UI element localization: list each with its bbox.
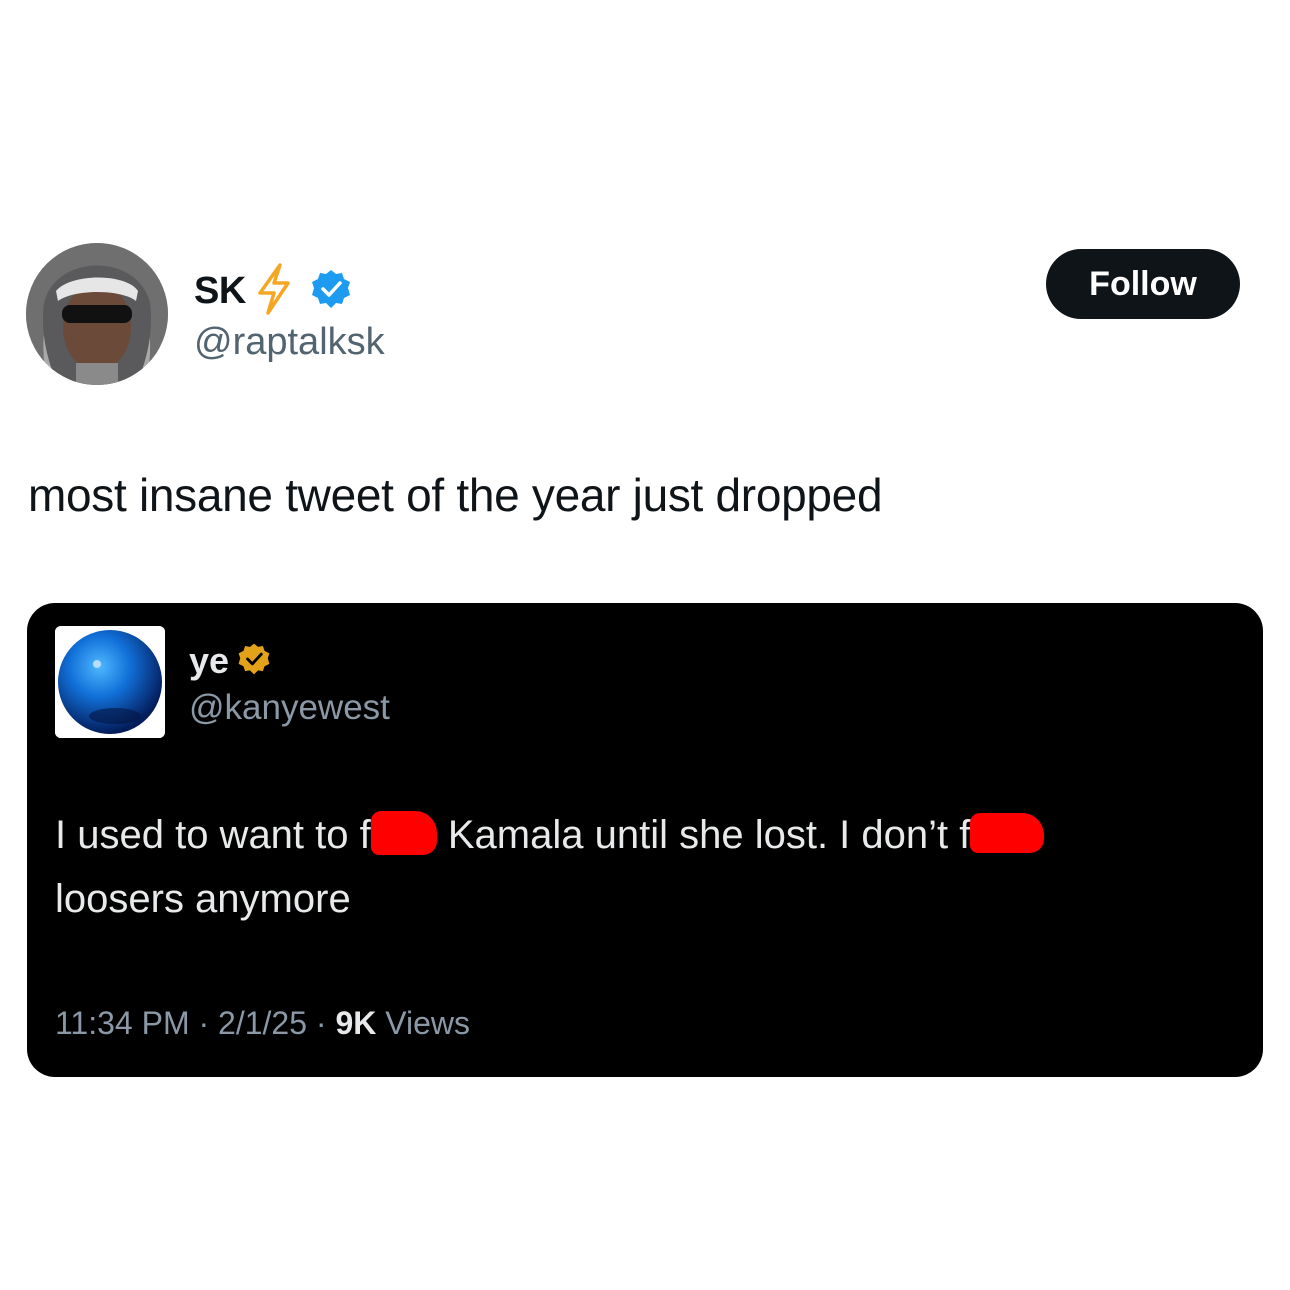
lightning-icon xyxy=(254,263,294,320)
verified-badge-icon xyxy=(310,268,352,315)
views-count: 9K xyxy=(335,1005,377,1041)
quoted-text-part1: I used to want to f xyxy=(55,813,371,857)
meta-separator: · xyxy=(198,1005,210,1041)
author-handle[interactable]: @raptalksk xyxy=(194,321,385,364)
quoted-tweet-image[interactable]: ye @kanyewest I used to want to f Kamala… xyxy=(27,603,1263,1077)
quoted-date: 2/1/25 xyxy=(218,1005,307,1041)
quoted-tweet-text: I used to want to f Kamala until she los… xyxy=(55,803,1235,931)
quoted-name-row: ye xyxy=(189,640,271,682)
quoted-handle: @kanyewest xyxy=(189,688,390,727)
red-redaction-scribble xyxy=(370,811,437,856)
quoted-tweet-meta: 11:34 PM · 2/1/25 · 9K Views xyxy=(55,1005,470,1042)
meta-separator: · xyxy=(315,1005,327,1041)
post-header: SK @raptalksk Follow xyxy=(26,243,1240,385)
author-display-name[interactable]: SK xyxy=(194,270,246,313)
quoted-display-name: ye xyxy=(189,640,230,681)
quoted-time: 11:34 PM xyxy=(55,1005,190,1041)
gold-verified-badge-icon xyxy=(237,642,271,681)
quoted-text-part3: loosers anymore xyxy=(55,877,351,921)
author-name-row: SK xyxy=(194,263,352,320)
post-text: most insane tweet of the year just dropp… xyxy=(28,469,883,521)
views-label: Views xyxy=(385,1005,471,1041)
follow-button[interactable]: Follow xyxy=(1046,249,1240,319)
quoted-text-part2: Kamala until she lost. I don’t f xyxy=(436,813,971,857)
quoted-author-avatar xyxy=(55,626,165,738)
red-redaction-scribble xyxy=(970,813,1045,854)
author-avatar[interactable] xyxy=(26,243,168,385)
